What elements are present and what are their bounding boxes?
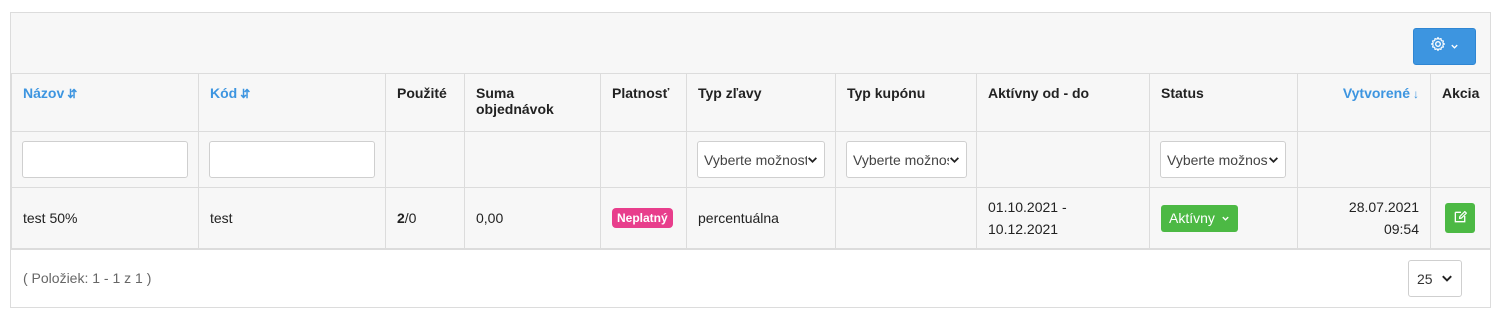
column-header-platnost: Platnosť [600, 73, 687, 132]
chevron-down-icon [1268, 152, 1279, 168]
select-value: Vyberte možnosť [704, 151, 807, 168]
filter-nazov-input[interactable] [22, 141, 188, 178]
page-size-select[interactable]: 25 [1408, 260, 1462, 297]
filter-status-select[interactable]: Vyberte možnosť [1160, 141, 1286, 178]
filter-cell-empty [1297, 131, 1431, 188]
cell-pouzite: 2/0 [385, 187, 465, 249]
edit-icon [1453, 209, 1468, 227]
select-value: Vyberte možnosť [1167, 151, 1268, 168]
filter-cell-empty [464, 131, 601, 188]
edit-button[interactable] [1445, 203, 1475, 233]
column-header-aktivny: Aktívny od - do [976, 73, 1150, 132]
validity-badge: Neplatný [612, 208, 673, 228]
chevron-down-icon [807, 152, 818, 168]
filter-kod-input[interactable] [209, 141, 375, 178]
filter-cell-empty [1430, 131, 1491, 188]
coupons-table: Názov ⇵ Kód ⇵ Použité Suma objednávok Plat… [11, 73, 1491, 249]
sort-icon: ⇵ [67, 87, 78, 101]
gear-icon [1430, 36, 1446, 57]
active-to: 10.12.2021 [988, 221, 1059, 237]
table-toolbar [11, 13, 1490, 73]
filter-cell-kod [198, 131, 386, 188]
filter-typ-kuponu-select[interactable]: Vyberte možnosť [846, 141, 967, 178]
created-time: 09:54 [1383, 221, 1419, 237]
column-header-suma: Suma objednávok [464, 73, 601, 132]
cell-nazov: test 50% [11, 187, 199, 249]
column-header-akcia: Akcia [1430, 73, 1491, 132]
select-value: Vyberte možnosť [853, 151, 949, 168]
cell-vytvorene: 28.07.2021 09:54 [1297, 187, 1431, 249]
status-label: Aktívny [1169, 210, 1215, 226]
cell-status: Aktívny [1149, 187, 1298, 249]
page-size-value: 25 [1417, 270, 1433, 287]
item-count: ( Položiek: 1 - 1 z 1 ) [23, 270, 152, 286]
table-settings-button[interactable] [1413, 28, 1476, 65]
sort-icon: ⇵ [240, 87, 251, 101]
column-header-typ-zlavy: Typ zľavy [686, 73, 836, 132]
chevron-down-icon [1221, 210, 1230, 226]
cell-typ-zlavy: percentuálna [686, 187, 836, 249]
column-header-kod[interactable]: Kód ⇵ [198, 73, 386, 132]
filter-cell-typ-kuponu: Vyberte možnosť [835, 131, 977, 188]
cell-kod: test [198, 187, 386, 249]
filter-cell-status: Vyberte možnosť [1149, 131, 1298, 188]
cell-typ-kuponu [835, 187, 977, 249]
chevron-down-icon [949, 152, 960, 168]
filter-cell-empty [976, 131, 1150, 188]
column-header-nazov[interactable]: Názov ⇵ [11, 73, 199, 132]
cell-akcia [1430, 187, 1491, 249]
chevron-down-icon [1450, 38, 1459, 56]
cell-aktivny: 01.10.2021 - 10.12.2021 [976, 187, 1150, 249]
filter-cell-typ-zlavy: Vyberte možnosť [686, 131, 836, 188]
cell-suma: 0,00 [464, 187, 601, 249]
filter-cell-nazov [11, 131, 199, 188]
column-header-status: Status [1149, 73, 1298, 132]
chevron-down-icon [1441, 271, 1453, 287]
column-header-pouzite: Použité [385, 73, 465, 132]
usage-limit: /0 [404, 210, 417, 226]
cell-platnost: Neplatný [600, 187, 687, 249]
used-count: 2 [397, 210, 405, 226]
active-from: 01.10.2021 - [988, 199, 1067, 215]
column-header-typ-kuponu: Typ kupónu [835, 73, 977, 132]
sort-desc-icon: ↓ [1413, 87, 1419, 101]
coupon-table-panel: Názov ⇵ Kód ⇵ Použité Suma objednávok Plat… [10, 12, 1491, 308]
filter-cell-empty [385, 131, 465, 188]
column-header-vytvorene[interactable]: Vytvorené ↓ [1297, 73, 1431, 132]
table-row: test 50% test 2/0 0,00 Neplatný percentu… [11, 187, 1491, 249]
filter-typ-zlavy-select[interactable]: Vyberte možnosť [697, 141, 825, 178]
table-footer: ( Položiek: 1 - 1 z 1 ) 25 [11, 249, 1490, 307]
created-date: 28.07.2021 [1348, 199, 1419, 215]
status-dropdown-button[interactable]: Aktívny [1161, 204, 1238, 232]
filter-cell-empty [600, 131, 687, 188]
